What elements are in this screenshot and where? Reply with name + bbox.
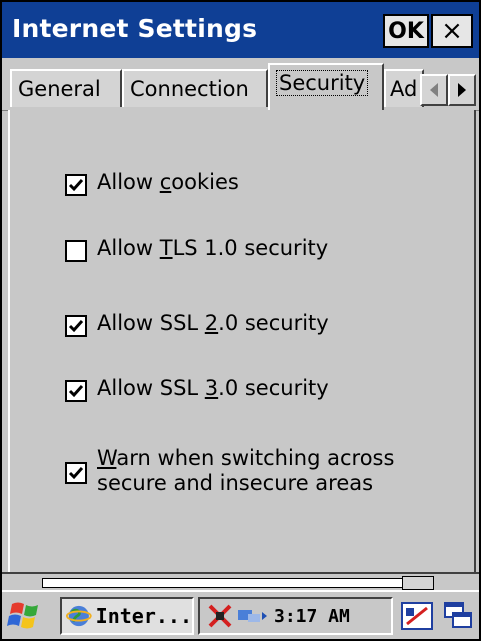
tab-general[interactable]: General	[10, 69, 122, 107]
allow-tls-label: Allow TLS 1.0 security	[97, 236, 329, 260]
scrollbar-thumb[interactable]	[402, 576, 434, 590]
tab-security[interactable]: Security	[268, 63, 384, 110]
tab-advanced-label: Ad	[390, 77, 418, 101]
tab-strip: General Connection Security Ad	[2, 58, 479, 111]
warn-switching-label: Warn when switching across secure and in…	[97, 446, 395, 495]
tab-advanced[interactable]: Ad	[384, 69, 424, 107]
horizontal-scrollbar[interactable]	[2, 572, 479, 590]
allow-ssl2-checkbox[interactable]	[65, 315, 87, 337]
close-button[interactable]: ×	[431, 14, 473, 48]
allow-cookies-checkbox[interactable]	[65, 174, 87, 196]
scrollbar-track[interactable]	[42, 578, 404, 588]
chevron-left-icon	[430, 83, 438, 97]
connectivity-icon[interactable]	[236, 604, 268, 628]
checkmark-icon	[68, 179, 84, 192]
allow-ssl2-label: Allow SSL 2.0 security	[97, 311, 329, 335]
tab-scroll-left-button[interactable]	[420, 74, 448, 106]
title-bar: Internet Settings OK ×	[2, 2, 479, 58]
checkmark-icon	[68, 320, 84, 333]
allow-cookies-option[interactable]: Allow cookies	[65, 170, 239, 196]
allow-tls-option[interactable]: Allow TLS 1.0 security	[65, 236, 328, 262]
warn-switching-option[interactable]: Warn when switching across secure and in…	[65, 446, 394, 496]
taskbar-internet-settings-button[interactable]: Inter...	[60, 597, 194, 635]
window-switch-icon	[444, 602, 472, 628]
input-panel-button[interactable]	[400, 600, 434, 632]
tab-scroll-right-button[interactable]	[448, 74, 476, 106]
window-switch-button[interactable]	[442, 600, 474, 632]
allow-cookies-label: Allow cookies	[97, 170, 239, 194]
allow-ssl3-label: Allow SSL 3.0 security	[97, 376, 329, 400]
allow-ssl3-option[interactable]: Allow SSL 3.0 security	[65, 376, 329, 402]
warn-switching-checkbox[interactable]	[65, 462, 87, 484]
tab-general-label: General	[18, 77, 101, 101]
windows-start-icon	[7, 602, 38, 629]
internet-explorer-icon	[66, 605, 92, 627]
chevron-right-icon	[458, 83, 466, 97]
allow-ssl3-checkbox[interactable]	[65, 380, 87, 402]
taskbar-task-label: Inter...	[95, 604, 192, 628]
security-panel: Allow cookies Allow TLS 1.0 security All…	[8, 110, 476, 572]
tab-connection[interactable]: Connection	[122, 69, 268, 107]
allow-tls-checkbox[interactable]	[65, 240, 87, 262]
start-button[interactable]	[6, 598, 46, 634]
tab-connection-label: Connection	[130, 77, 249, 101]
allow-ssl2-option[interactable]: Allow SSL 2.0 security	[65, 311, 329, 337]
window-title: Internet Settings	[12, 14, 258, 43]
settings-window: Internet Settings OK × General Connectio…	[0, 0, 481, 641]
checkmark-icon	[68, 385, 84, 398]
tab-security-label: Security	[276, 70, 369, 96]
clock[interactable]: 3:17 AM	[274, 606, 350, 627]
system-tray: 3:17 AM	[198, 597, 393, 635]
checkmark-icon	[68, 467, 84, 480]
network-disconnected-icon[interactable]	[206, 602, 236, 630]
ok-button[interactable]: OK	[383, 14, 429, 48]
keyboard-icon	[401, 602, 433, 630]
taskbar: Inter... 3:17 AM	[2, 590, 479, 639]
tab-scroll-arrows	[420, 74, 476, 106]
